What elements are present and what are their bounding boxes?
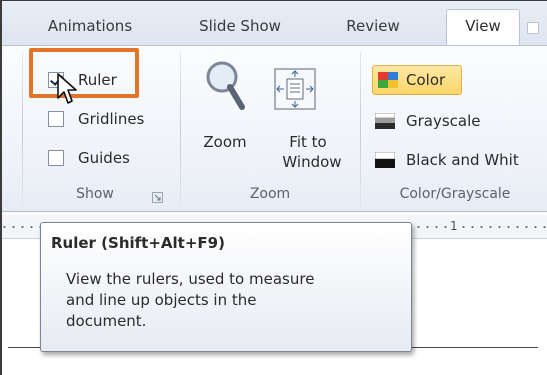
ruler-number: 1 — [448, 219, 460, 233]
black-and-white-swatch-icon[interactable] — [374, 151, 396, 168]
black-and-white-label[interactable]: Black and Whit — [406, 150, 519, 170]
tab-animations[interactable]: Animations — [30, 10, 150, 45]
ruler-tooltip: Ruler (Shift+Alt+F9) View the rulers, us… — [40, 222, 412, 352]
tab-slide-show[interactable]: Slide Show — [175, 10, 305, 45]
guides-label: Guides — [78, 149, 130, 167]
mouse-cursor-icon — [56, 72, 78, 110]
fit-to-label-line1: Fit to — [289, 133, 327, 151]
tooltip-line: and line up objects in the — [66, 291, 257, 309]
dialog-launcher-icon[interactable] — [152, 188, 163, 203]
highlight-callout — [29, 48, 139, 98]
tooltip-line: View the rulers, used to measure — [66, 270, 315, 288]
zoom-button[interactable] — [202, 55, 246, 125]
zoom-label: Zoom — [203, 133, 247, 151]
powerpoint-window: Animations Slide Show Review View Show Z… — [0, 0, 547, 375]
group-separator — [360, 52, 361, 210]
tooltip-line: document. — [66, 312, 147, 330]
group-separator — [22, 52, 23, 210]
checkbox-icon[interactable] — [48, 111, 64, 127]
magnifier-icon — [206, 61, 245, 110]
ribbon-tab-bar: Animations Slide Show Review View — [0, 0, 547, 46]
fit-to-label-line2: Window — [282, 153, 342, 171]
tab-view[interactable]: View — [446, 9, 520, 46]
group-label-color-grayscale: Color/Grayscale — [399, 186, 511, 202]
gridlines-label: Gridlines — [78, 110, 145, 128]
grayscale-swatch-icon[interactable] — [374, 112, 396, 129]
color-swatch-icon — [378, 72, 398, 88]
checkbox-icon[interactable] — [48, 150, 64, 166]
color-label: Color — [406, 71, 446, 89]
grayscale-label[interactable]: Grayscale — [406, 111, 481, 131]
fit-to-window-button[interactable] — [274, 68, 316, 110]
group-label-zoom: Zoom — [249, 186, 291, 202]
tooltip-description: View the rulers, used to measure and lin… — [66, 269, 396, 332]
ribbon-collapse-button[interactable] — [527, 22, 539, 34]
tab-review[interactable]: Review — [328, 10, 418, 45]
group-label-show: Show — [76, 186, 114, 202]
group-separator — [180, 52, 181, 210]
tooltip-title: Ruler (Shift+Alt+F9) — [51, 234, 225, 252]
fit-to-window-icon — [274, 68, 316, 110]
